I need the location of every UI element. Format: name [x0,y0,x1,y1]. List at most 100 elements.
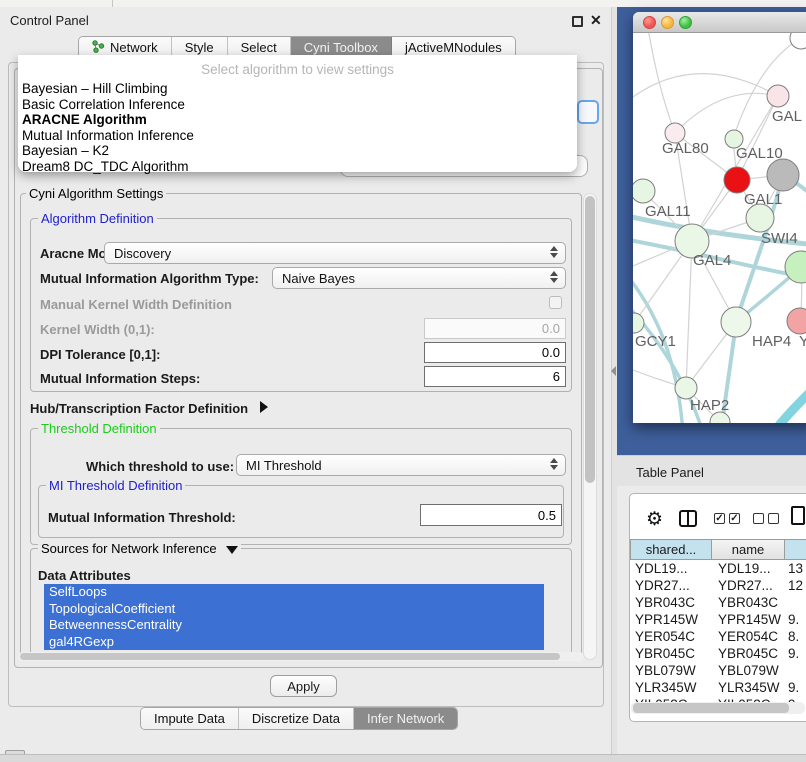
table-hscrollbar[interactable] [631,702,805,714]
cell: YER054C [712,628,785,645]
algorithm-option-bayesian-k2[interactable]: Bayesian – K2 [18,143,577,159]
table-row[interactable]: YDR27...YDR27...12 [630,577,806,594]
attribute-item-betweennesscentrality[interactable]: BetweennessCentrality [44,617,544,634]
mi-threshold-field[interactable]: 0.5 [420,504,562,526]
algorithm-option-aracne-algorithm[interactable]: ARACNE Algorithm [18,112,577,128]
settings-hscrollbar[interactable] [18,652,584,661]
table-row[interactable]: YBL079WYBL079W [630,662,806,679]
gear-icon[interactable]: ⚙ [646,508,663,531]
algorithm-option-basic-correlation-inference[interactable]: Basic Correlation Inference [18,97,577,113]
mi-type-value: Naive Bayes [282,271,355,286]
cell: YPR145W [712,611,785,628]
network-graph: GALGAL80GAL10GAL1GAL11SWI4GAL4GCY1HAP4YH… [633,33,806,423]
mi-type-combo[interactable]: Naive Bayes [272,267,566,289]
node-hap2[interactable] [675,377,697,399]
minimize-window-icon[interactable] [661,16,674,29]
column-header-2[interactable] [785,539,806,560]
table-rows: YDL19...YDL19...13YDR27...YDR27...12YBR0… [630,560,806,702]
control-panel-title: Control Panel [10,13,89,28]
close-window-icon[interactable] [643,16,656,29]
node-pink-top[interactable] [767,85,789,107]
algorithm-option-dream8-dc-tdc-algorithm[interactable]: Dream8 DC_TDC Algorithm [18,159,577,175]
dpi-tolerance-field[interactable]: 0.0 [424,342,566,363]
column-header-name[interactable]: name [712,539,785,560]
table-header-row: shared...name [630,539,806,560]
node-pink-right[interactable] [787,308,806,334]
kernel-width-field[interactable]: 0.0 [424,318,566,339]
zoom-window-icon[interactable] [679,16,692,29]
algorithm-option-bayesian-hill-climbing[interactable]: Bayesian – Hill Climbing [18,81,577,97]
network-edge[interactable] [633,74,778,103]
node-red[interactable] [724,167,750,193]
deselect-all-icon-2[interactable] [768,513,779,524]
node-label-gal1: GAL1 [744,191,782,208]
aracne-mode-combo[interactable]: Discovery [104,242,566,264]
deselect-all-icon[interactable] [753,513,764,524]
attribute-item-topologicalcoefficient[interactable]: TopologicalCoefficient [44,601,544,618]
cell: 9. [785,679,806,696]
splitter-handle-icon[interactable] [611,366,616,376]
collapse-down-icon[interactable] [226,546,238,554]
cell: YDL19... [712,560,785,577]
column-header-shared[interactable]: shared... [630,539,712,560]
cell [785,662,806,679]
hub-definition-label[interactable]: Hub/Transcription Factor Definition [30,401,268,416]
node-gal11[interactable] [633,179,655,203]
float-panel-icon[interactable] [572,16,583,27]
attribute-item-gal4rgexp[interactable]: gal4RGexp [44,634,544,651]
network-edge[interactable] [773,381,806,423]
table-row[interactable]: YPR145WYPR145W9. [630,611,806,628]
sources-group-title[interactable]: Sources for Network Inference [38,541,241,556]
data-attributes-list: SelfLoopsTopologicalCoefficientBetweenne… [44,584,544,650]
screen: Control Panel ✕ NetworkStyleSelectCyni T… [0,0,806,762]
table-row[interactable]: YBR043CYBR043C [630,594,806,611]
expand-right-icon[interactable] [260,401,268,413]
node-gal1[interactable] [746,204,774,232]
tab-impute-data[interactable]: Impute Data [141,708,239,729]
network-canvas[interactable]: GALGAL80GAL10GAL1GAL11SWI4GAL4GCY1HAP4YH… [633,33,806,423]
tab-infer-network[interactable]: Infer Network [354,708,457,729]
settings-vscrollbar[interactable] [583,193,597,660]
algorithm-definition-title: Algorithm Definition [38,211,157,226]
which-threshold-combo[interactable]: MI Threshold [236,454,566,476]
cell: YBR043C [712,594,785,611]
network-window-titlebar[interactable] [633,12,806,33]
node-top-partial[interactable] [790,33,806,49]
document-icon[interactable] [791,506,805,525]
settings-vscrollbar-thumb[interactable] [585,196,595,483]
node-label-gal80: GAL80 [662,140,709,157]
which-threshold-value: MI Threshold [246,458,322,473]
algorithm-option-mutual-information-inference[interactable]: Mutual Information Inference [18,128,577,144]
tab-discretize-data[interactable]: Discretize Data [239,708,354,729]
cell [785,594,806,611]
table-row[interactable]: YBR045CYBR045C9. [630,645,806,662]
table-row[interactable]: YLR345WYLR345W9. [630,679,806,696]
settings-hscrollbar-thumb[interactable] [20,653,560,660]
threshold-definition-title: Threshold Definition [38,421,160,436]
node-gcy1[interactable] [633,313,644,333]
close-panel-icon[interactable]: ✕ [590,12,602,29]
cell: YDR27... [712,577,785,594]
node-gal10-gray[interactable] [767,159,799,191]
kernel-width-label: Kernel Width (0,1): [40,322,155,337]
network-edge[interactable] [686,241,692,388]
apply-button[interactable]: Apply [270,675,337,697]
manual-kernel-checkbox[interactable] [549,296,562,309]
table-row[interactable]: YER054CYER054C8. [630,628,806,645]
node-label-gcy1: GCY1 [635,333,676,350]
mi-steps-field[interactable]: 6 [424,366,566,387]
table-hscrollbar-thumb[interactable] [633,703,789,713]
tab-label: jActiveMNodules [405,40,502,55]
node-hap4[interactable] [721,307,751,337]
network-view-window[interactable]: GALGAL80GAL10GAL1GAL11SWI4GAL4GCY1HAP4YH… [633,12,806,423]
mi-threshold-group-title: MI Threshold Definition [46,478,185,493]
select-all-icon[interactable]: ✓ [714,513,725,524]
cell: 13 [785,560,806,577]
algorithm-combo-focus-fragment[interactable] [577,100,599,124]
network-edge[interactable] [648,33,675,133]
mi-steps-label: Mutual Information Steps: [40,371,200,386]
attribute-item-selfloops[interactable]: SelfLoops [44,584,544,601]
select-all-icon-2[interactable]: ✓ [729,513,740,524]
column-view-icon[interactable] [679,510,697,527]
table-row[interactable]: YDL19...YDL19...13 [630,560,806,577]
